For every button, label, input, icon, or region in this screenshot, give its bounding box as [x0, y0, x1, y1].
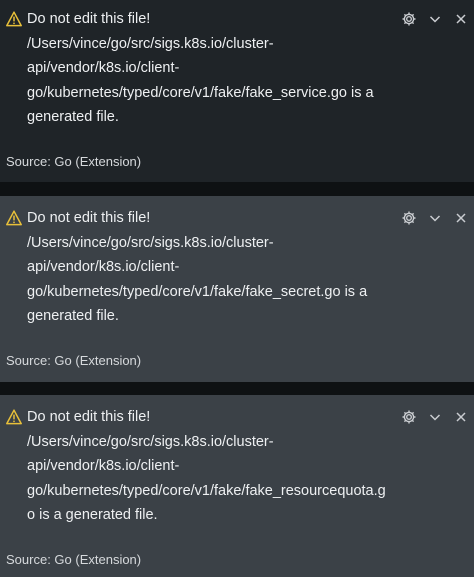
gear-icon[interactable]: [396, 208, 422, 228]
gear-icon[interactable]: [396, 407, 422, 427]
warning-icon: [6, 11, 22, 27]
chevron-down-icon[interactable]: [422, 9, 448, 29]
chevron-down-icon[interactable]: [422, 208, 448, 228]
close-icon[interactable]: [448, 9, 474, 29]
notification-source: Source: Go (Extension): [6, 154, 142, 169]
notification-toast: Do not edit this file! /Users/vince/go/s…: [0, 395, 474, 577]
notification-message: Do not edit this file! /Users/vince/go/s…: [27, 405, 404, 528]
chevron-down-icon[interactable]: [422, 407, 448, 427]
notification-title: Do not edit this file!: [27, 409, 151, 425]
notification-source: Source: Go (Extension): [6, 353, 142, 368]
close-icon[interactable]: [448, 208, 474, 228]
notification-toast: Do not edit this file! /Users/vince/go/s…: [0, 0, 474, 182]
warning-icon: [6, 210, 22, 226]
notification-body: /Users/vince/go/src/sigs.k8s.io/cluster-…: [27, 433, 386, 524]
notification-actions: [396, 208, 474, 228]
notification-message: Do not edit this file! /Users/vince/go/s…: [27, 7, 404, 130]
close-icon[interactable]: [448, 407, 474, 427]
warning-icon: [6, 409, 22, 425]
notification-source: Source: Go (Extension): [6, 552, 142, 567]
notification-toast: Do not edit this file! /Users/vince/go/s…: [0, 196, 474, 382]
notification-stack: Do not edit this file! /Users/vince/go/s…: [0, 0, 474, 577]
notification-title: Do not edit this file!: [27, 210, 151, 226]
notification-body: /Users/vince/go/src/sigs.k8s.io/cluster-…: [27, 234, 368, 325]
notification-actions: [396, 9, 474, 29]
notification-body: /Users/vince/go/src/sigs.k8s.io/cluster-…: [27, 35, 374, 126]
notification-title: Do not edit this file!: [27, 11, 151, 27]
notification-actions: [396, 407, 474, 427]
notification-message: Do not edit this file! /Users/vince/go/s…: [27, 206, 404, 329]
gear-icon[interactable]: [396, 9, 422, 29]
